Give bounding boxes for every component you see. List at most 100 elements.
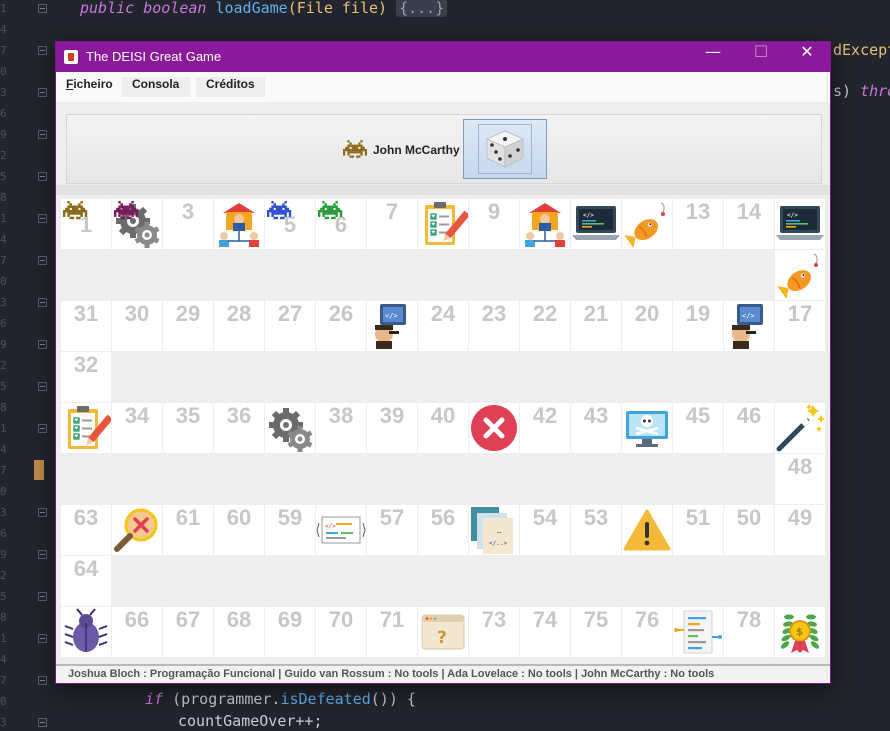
board-cell-52 bbox=[622, 505, 672, 555]
menu-ficheiro[interactable]: Ficheiro bbox=[56, 77, 123, 97]
line-number-digit: 3 bbox=[0, 296, 7, 309]
cell-number: 9 bbox=[487, 199, 501, 224]
cell-number: 39 bbox=[379, 403, 405, 428]
board-cell-3: 3 bbox=[163, 199, 213, 249]
board-cell-55: … </..> bbox=[469, 505, 519, 555]
board-cell-20: 20 bbox=[622, 301, 672, 351]
cell-number: 35 bbox=[175, 403, 201, 428]
board-cell-18: </> bbox=[724, 301, 774, 351]
cell-number: 46 bbox=[736, 403, 762, 428]
current-player-panel: John McCarthy bbox=[66, 114, 822, 184]
line-number-digit: 4 bbox=[0, 23, 7, 36]
board-cell-68: 68 bbox=[214, 607, 264, 657]
fold-toggle-icon[interactable] bbox=[38, 214, 47, 223]
board-cell-67: 67 bbox=[163, 607, 213, 657]
board-top-band bbox=[56, 185, 830, 195]
code-fragment-throws: s) thro bbox=[833, 82, 890, 100]
folded-code-pill[interactable]: {...} bbox=[396, 0, 448, 17]
cell-number: 36 bbox=[226, 403, 252, 428]
cell-number: 73 bbox=[481, 607, 507, 632]
menu-consola[interactable]: Consola bbox=[122, 77, 190, 97]
cell-number: 68 bbox=[226, 607, 252, 632]
game-board: 1 3 567 9 </> 13 14 </> 17 </> 19 20 21 … bbox=[61, 199, 826, 659]
window-title-bar[interactable]: The DEISI Great Game — ☐ ✕ bbox=[56, 42, 830, 72]
fold-toggle-icon[interactable] bbox=[38, 340, 47, 349]
board-cell-72: ? bbox=[418, 607, 468, 657]
fold-toggle-icon[interactable] bbox=[38, 592, 47, 601]
maximize-button[interactable]: ☐ bbox=[738, 42, 784, 72]
dice-button-focus bbox=[478, 124, 532, 174]
line-number-digit: 0 bbox=[0, 695, 7, 708]
board-cell-46: 46 bbox=[724, 403, 774, 453]
close-button[interactable]: ✕ bbox=[784, 42, 830, 72]
team-lead-icon bbox=[525, 203, 565, 247]
svg-text:</>: </> bbox=[385, 312, 398, 320]
cell-number: 74 bbox=[532, 607, 558, 632]
cell-number: 75 bbox=[583, 607, 609, 632]
line-number-digit: 4 bbox=[0, 653, 7, 666]
line-number-digit: 5 bbox=[0, 590, 7, 603]
cell-number: 23 bbox=[481, 301, 507, 326]
cell-number: 32 bbox=[73, 352, 99, 377]
window-title: The DEISI Great Game bbox=[86, 49, 222, 64]
board-cell-66: 66 bbox=[112, 607, 162, 657]
browser-question-icon: ? bbox=[421, 614, 465, 650]
fold-toggle-icon[interactable] bbox=[38, 718, 47, 727]
board-cell-11: </> bbox=[571, 199, 621, 249]
fold-toggle-icon[interactable] bbox=[38, 46, 47, 55]
fold-toggle-icon[interactable] bbox=[38, 634, 47, 643]
code-files-icon: … </..> bbox=[471, 507, 513, 554]
fold-toggle-icon[interactable] bbox=[38, 508, 47, 517]
menu-creditos[interactable]: Créditos bbox=[196, 77, 265, 97]
search-bug-icon bbox=[114, 508, 158, 552]
cell-number: 19 bbox=[685, 301, 711, 326]
minimize-button[interactable]: — bbox=[690, 42, 736, 72]
line-number-digit: 0 bbox=[0, 275, 7, 288]
laurel-trophy-icon: $ bbox=[780, 614, 820, 653]
cell-number: 70 bbox=[328, 607, 354, 632]
fold-toggle-icon[interactable] bbox=[38, 676, 47, 685]
board-cell-47 bbox=[775, 403, 825, 453]
fold-toggle-icon[interactable] bbox=[38, 382, 47, 391]
board-cell-39: 39 bbox=[367, 403, 417, 453]
svg-text:</>: </> bbox=[787, 212, 798, 219]
fold-toggle-icon[interactable] bbox=[38, 424, 47, 433]
fold-toggle-icon[interactable] bbox=[38, 550, 47, 559]
line-number-digit: 1 bbox=[0, 422, 7, 435]
cell-number: 17 bbox=[787, 301, 813, 326]
fold-toggle-icon[interactable] bbox=[38, 88, 47, 97]
goldfish-icon bbox=[624, 202, 665, 249]
cell-number: 31 bbox=[73, 301, 99, 326]
cell-number: 30 bbox=[124, 301, 150, 326]
svg-text:?: ? bbox=[437, 628, 447, 648]
svg-text:</>: </> bbox=[325, 523, 336, 530]
fold-toggle-icon[interactable] bbox=[38, 130, 47, 139]
line-number-digit: 0 bbox=[0, 485, 7, 498]
current-player-icon bbox=[343, 140, 367, 158]
board-cell-40: 40 bbox=[418, 403, 468, 453]
board-cell-12 bbox=[622, 199, 672, 249]
cell-number: 38 bbox=[328, 403, 354, 428]
board-cell-70: 70 bbox=[316, 607, 366, 657]
board-cell-45: 45 bbox=[673, 403, 723, 453]
magic-wand-icon bbox=[776, 404, 825, 452]
fold-toggle-icon[interactable] bbox=[38, 172, 47, 181]
fold-toggle-icon[interactable] bbox=[38, 4, 47, 13]
board-cell-54: 54 bbox=[520, 505, 570, 555]
board-cell-32: 32 bbox=[61, 352, 111, 402]
error-icon bbox=[471, 405, 517, 451]
fold-toggle-icon[interactable] bbox=[38, 256, 47, 265]
board-cell-63: 63 bbox=[61, 505, 111, 555]
board-cell-69: 69 bbox=[265, 607, 315, 657]
cell-number: 56 bbox=[430, 505, 456, 530]
status-text: Joshua Bloch : Programação Funcional | G… bbox=[68, 668, 715, 680]
board-cell-10 bbox=[520, 199, 570, 249]
board-cell-50: 50 bbox=[724, 505, 774, 555]
fold-toggle-icon[interactable] bbox=[38, 298, 47, 307]
roll-dice-button[interactable] bbox=[463, 119, 547, 179]
board-cell-76: 76 bbox=[622, 607, 672, 657]
cell-number: 57 bbox=[379, 505, 405, 530]
line-number-digit: 1 bbox=[0, 632, 7, 645]
board-cell-33 bbox=[61, 403, 111, 453]
board-cell-9: 9 bbox=[469, 199, 519, 249]
